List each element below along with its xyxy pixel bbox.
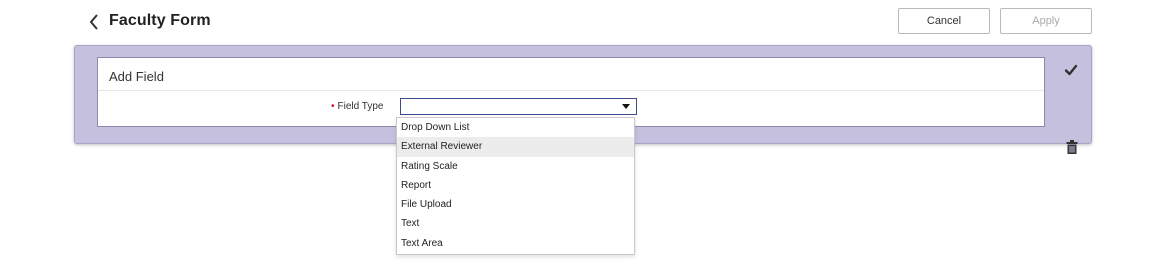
field-type-label-text: Field Type — [337, 101, 384, 112]
chevron-left-icon[interactable] — [87, 11, 101, 33]
caret-down-icon — [622, 104, 630, 109]
field-type-label: • Field Type — [331, 101, 383, 112]
dropdown-option[interactable]: Report — [397, 176, 634, 195]
dropdown-option[interactable]: Drop Down List — [397, 118, 634, 137]
divider — [98, 90, 1044, 91]
field-type-dropdown: Drop Down List External Reviewer Rating … — [396, 117, 635, 255]
page-title: Faculty Form — [109, 12, 211, 29]
check-icon[interactable] — [1064, 63, 1078, 77]
dropdown-option[interactable]: Text — [397, 214, 634, 233]
dropdown-option[interactable]: External Reviewer — [397, 137, 634, 157]
trash-icon[interactable] — [1066, 140, 1078, 154]
required-marker: • — [331, 101, 335, 112]
field-type-select[interactable] — [400, 98, 637, 115]
dropdown-option[interactable]: Rating Scale — [397, 157, 634, 176]
cancel-button[interactable]: Cancel — [898, 8, 990, 34]
dropdown-option[interactable]: Text Area — [397, 234, 634, 253]
dropdown-option[interactable]: File Upload — [397, 195, 634, 214]
card-title: Add Field — [109, 69, 164, 84]
apply-button[interactable]: Apply — [1000, 8, 1092, 34]
